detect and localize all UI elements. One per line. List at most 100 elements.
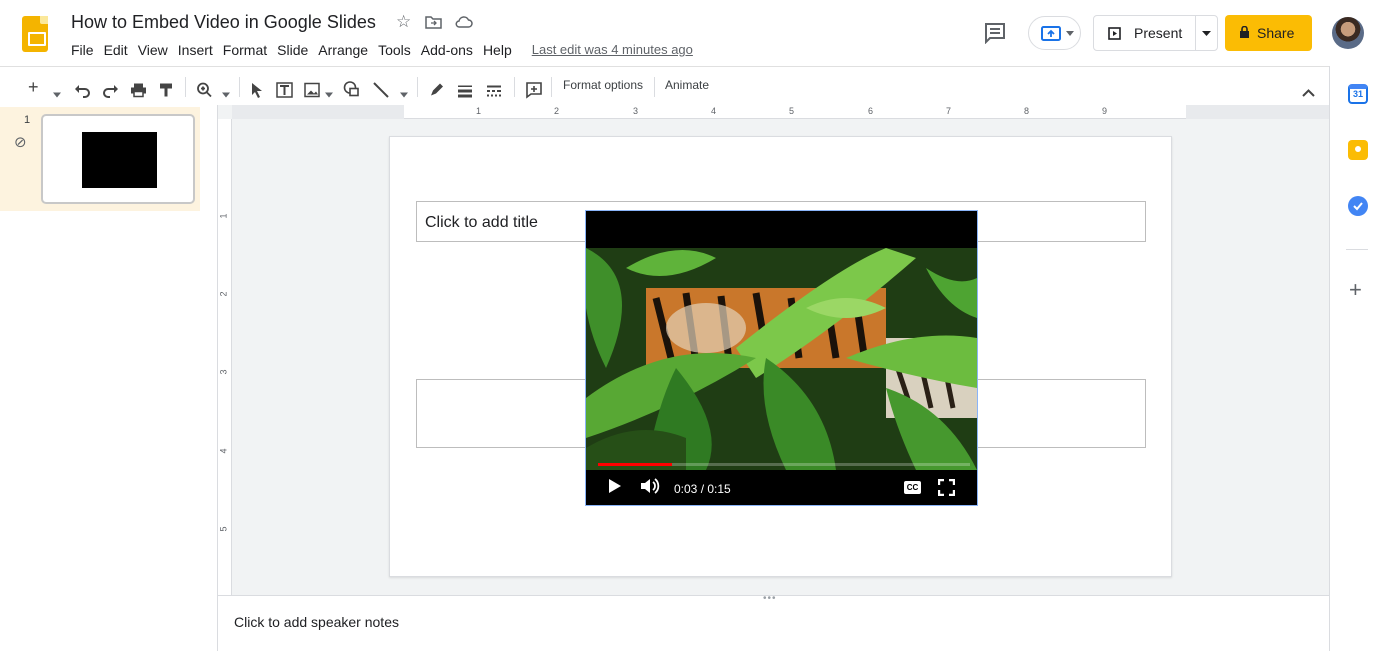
add-comment-icon[interactable] — [526, 79, 542, 101]
captions-icon[interactable]: CC — [904, 481, 921, 494]
last-edit-link[interactable]: Last edit was 4 minutes ago — [532, 41, 693, 61]
new-slide-icon[interactable]: + — [28, 76, 39, 98]
account-avatar[interactable] — [1332, 17, 1364, 49]
ruler-tick: 7 — [946, 106, 952, 116]
menu-insert[interactable]: Insert — [178, 41, 219, 61]
ruler-tick: 5 — [789, 106, 795, 116]
menu-addons[interactable]: Add-ons — [421, 41, 479, 61]
fullscreen-icon[interactable] — [938, 479, 955, 496]
play-icon[interactable] — [608, 478, 622, 494]
horizontal-ruler: 1 2 3 4 5 6 7 8 9 — [232, 105, 1329, 119]
menu-view[interactable]: View — [138, 41, 174, 61]
chevron-down-icon — [1066, 31, 1074, 36]
border-color-icon[interactable] — [429, 79, 444, 101]
comment-history-icon[interactable] — [983, 22, 1007, 44]
collapse-chevron-up-icon[interactable] — [1302, 82, 1315, 104]
toolbar-divider — [185, 77, 186, 97]
ruler-tick: 2 — [554, 106, 560, 116]
slide[interactable]: Click to add title 0:03 / 0:15 CC — [389, 136, 1172, 577]
print-icon[interactable] — [130, 79, 147, 101]
present-divider — [1195, 16, 1196, 50]
border-dash-icon[interactable] — [486, 80, 502, 102]
get-addons-icon[interactable]: + — [1349, 279, 1362, 301]
menu-file[interactable]: File — [71, 41, 100, 61]
tasks-icon[interactable] — [1348, 196, 1368, 216]
select-cursor-icon[interactable] — [251, 79, 263, 101]
present-label: Present — [1134, 25, 1183, 41]
filmstrip-item[interactable]: 1 ⊘ — [0, 107, 200, 211]
ruler-tick: 8 — [1024, 106, 1030, 116]
ruler-tick: 1 — [476, 106, 482, 116]
image-icon[interactable] — [304, 79, 320, 101]
ruler-tick: 1 — [218, 213, 229, 219]
border-weight-icon[interactable] — [457, 80, 473, 102]
redo-icon[interactable] — [102, 80, 119, 102]
present-options-chevron-icon[interactable] — [1202, 31, 1211, 36]
line-chevron-icon[interactable] — [400, 84, 408, 106]
animate-button[interactable]: Animate — [665, 78, 709, 92]
side-panel-divider — [1346, 249, 1368, 250]
title-placeholder-text: Click to add title — [425, 214, 538, 231]
toolbar: + Format options Animate — [0, 66, 1329, 105]
toolbar-divider — [551, 77, 552, 97]
video-progress-bar[interactable] — [598, 463, 970, 466]
volume-icon[interactable] — [640, 477, 662, 495]
menu-bar: File Edit View Insert Format Slide Arran… — [71, 41, 693, 61]
slide-canvas-area: 1 2 3 4 5 6 7 8 9 1 2 3 4 5 Click to add… — [218, 105, 1329, 595]
format-options-button[interactable]: Format options — [563, 78, 643, 92]
video-frame — [586, 248, 977, 470]
present-to-meeting-button[interactable] — [1028, 16, 1081, 50]
line-icon[interactable] — [373, 79, 389, 101]
filmstrip: 1 ⊘ — [0, 105, 218, 651]
menu-tools[interactable]: Tools — [378, 41, 417, 61]
ruler-tick: 3 — [633, 106, 639, 116]
toolbar-divider — [654, 77, 655, 97]
video-time: 0:03 / 0:15 — [674, 482, 731, 496]
undo-icon[interactable] — [74, 80, 91, 102]
present-button[interactable]: Present — [1093, 15, 1218, 51]
ruler-tick: 6 — [868, 106, 874, 116]
menu-format[interactable]: Format — [223, 41, 273, 61]
slide-thumbnail[interactable] — [41, 114, 195, 204]
menu-edit[interactable]: Edit — [104, 41, 134, 61]
toolbar-divider — [514, 77, 515, 97]
share-button[interactable]: Share — [1225, 15, 1312, 51]
thumbnail-video — [82, 132, 157, 188]
notes-resize-handle[interactable]: ••• — [218, 593, 1329, 604]
embedded-video[interactable]: 0:03 / 0:15 CC — [585, 210, 978, 506]
ruler-tick: 9 — [1102, 106, 1108, 116]
toolbar-divider — [417, 77, 418, 97]
slides-logo-icon[interactable] — [22, 16, 48, 52]
zoom-icon[interactable] — [197, 79, 212, 101]
video-progress-fill — [598, 463, 673, 466]
document-title[interactable]: How to Embed Video in Google Slides — [71, 12, 376, 33]
horizontal-ruler-active: 1 2 3 4 5 6 7 8 9 — [404, 105, 1186, 119]
new-slide-chevron-icon[interactable] — [53, 84, 61, 106]
speaker-notes[interactable]: Click to add speaker notes — [234, 614, 399, 630]
upload-screen-icon — [1041, 26, 1061, 41]
image-chevron-icon[interactable] — [325, 84, 333, 106]
paint-format-icon[interactable] — [159, 79, 173, 101]
star-icon[interactable]: ☆ — [396, 12, 411, 32]
menu-help[interactable]: Help — [483, 41, 518, 61]
present-icon — [1108, 27, 1121, 40]
move-folder-icon[interactable] — [425, 15, 442, 29]
ruler-tick: 3 — [218, 369, 229, 375]
shape-icon[interactable] — [343, 78, 360, 100]
zoom-chevron-icon[interactable] — [222, 84, 230, 106]
cloud-saved-icon[interactable] — [455, 15, 473, 29]
side-panel: 31 + — [1329, 66, 1379, 651]
vertical-ruler: 1 2 3 4 5 — [218, 119, 232, 595]
slide-number: 1 — [24, 114, 31, 126]
toolbar-divider — [239, 77, 240, 97]
keep-icon[interactable] — [1348, 140, 1368, 160]
ruler-tick: 2 — [218, 291, 229, 297]
menu-arrange[interactable]: Arrange — [318, 41, 374, 61]
menu-slide[interactable]: Slide — [277, 41, 314, 61]
link-icon: ⊘ — [14, 134, 27, 151]
text-box-icon[interactable] — [276, 79, 293, 101]
header: How to Embed Video in Google Slides ☆ Fi… — [0, 0, 1379, 66]
ruler-tick: 4 — [711, 106, 717, 116]
ruler-tick: 4 — [218, 448, 229, 454]
calendar-icon[interactable]: 31 — [1348, 84, 1368, 104]
